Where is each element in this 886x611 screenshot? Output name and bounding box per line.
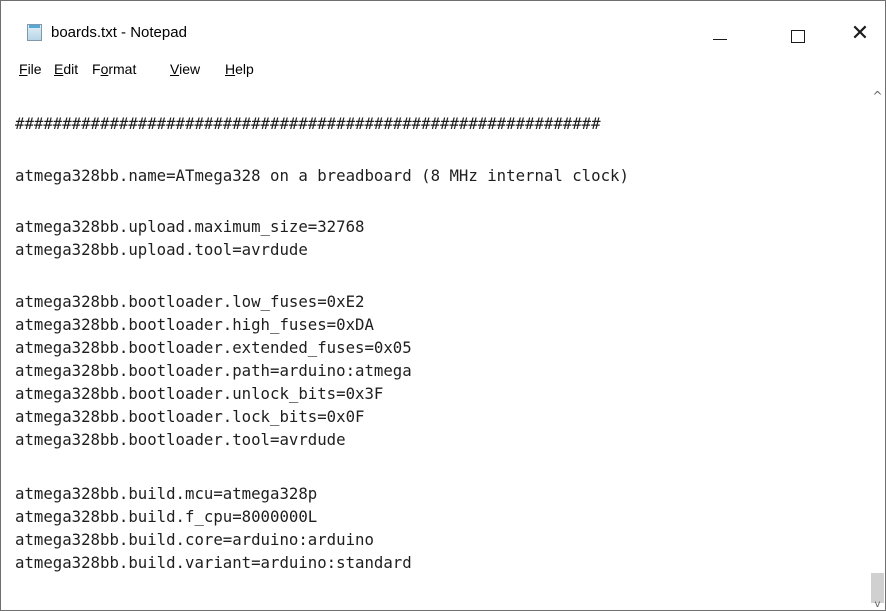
editor-line: atmega328bb.upload.tool=avrdude (15, 240, 308, 259)
menu-file[interactable]: File (19, 59, 42, 79)
menu-format-label: rmat (108, 61, 137, 77)
editor-line: atmega328bb.bootloader.lock_bits=0x0F (15, 407, 365, 426)
menu-view-mnemonic: V (170, 61, 180, 77)
menu-help[interactable]: Help (225, 59, 254, 79)
menu-help-mnemonic: H (225, 61, 236, 77)
editor-line: atmega328bb.bootloader.tool=avrdude (15, 430, 346, 449)
editor-line: atmega328bb.build.variant=arduino:standa… (15, 553, 412, 572)
menu-view[interactable]: View (170, 59, 200, 79)
editor-line: atmega328bb.name=ATmega328 on a breadboa… (15, 166, 629, 185)
menu-edit[interactable]: Edit (54, 59, 78, 79)
title-bar[interactable]: boards.txt - Notepad ✕ (1, 1, 885, 47)
editor-line: atmega328bb.bootloader.low_fuses=0xE2 (15, 292, 365, 311)
notepad-icon (27, 24, 42, 41)
menu-bar: File Edit Format View Help (1, 59, 885, 79)
menu-help-label: elp (235, 61, 254, 77)
text-editor[interactable]: ########################################… (1, 85, 870, 609)
editor-line: atmega328bb.bootloader.high_fuses=0xDA (15, 315, 374, 334)
maximize-icon (791, 30, 805, 43)
minimize-button[interactable] (697, 12, 743, 56)
scroll-up-arrow-icon[interactable]: ^ (870, 85, 885, 107)
vertical-scrollbar[interactable]: ^ v (870, 85, 885, 610)
scroll-down-arrow-icon[interactable]: v (870, 600, 885, 610)
editor-line: ########################################… (15, 114, 601, 133)
editor-line: atmega328bb.bootloader.path=arduino:atme… (15, 361, 412, 380)
close-icon: ✕ (850, 21, 870, 46)
menu-file-label: ile (27, 61, 42, 77)
editor-line: atmega328bb.upload.maximum_size=32768 (15, 217, 365, 236)
editor-line: atmega328bb.build.core=arduino:arduino (15, 530, 374, 549)
notepad-window: boards.txt - Notepad ✕ File Edit Format … (0, 0, 886, 611)
menu-edit-label: dit (63, 61, 79, 77)
menu-format[interactable]: Format (92, 59, 136, 79)
menu-edit-mnemonic: E (54, 61, 64, 77)
editor-line: atmega328bb.build.mcu=atmega328p (15, 484, 318, 503)
editor-line: atmega328bb.build.f_cpu=8000000L (15, 507, 318, 526)
close-button[interactable]: ✕ (837, 12, 883, 56)
minimize-icon (713, 39, 727, 40)
menu-file-mnemonic: F (19, 61, 28, 77)
menu-view-label: iew (179, 61, 201, 77)
editor-line: atmega328bb.bootloader.extended_fuses=0x… (15, 338, 412, 357)
menu-format-start: F (92, 61, 101, 77)
window-title: boards.txt - Notepad (51, 24, 187, 41)
editor-line: atmega328bb.bootloader.unlock_bits=0x3F (15, 384, 384, 403)
